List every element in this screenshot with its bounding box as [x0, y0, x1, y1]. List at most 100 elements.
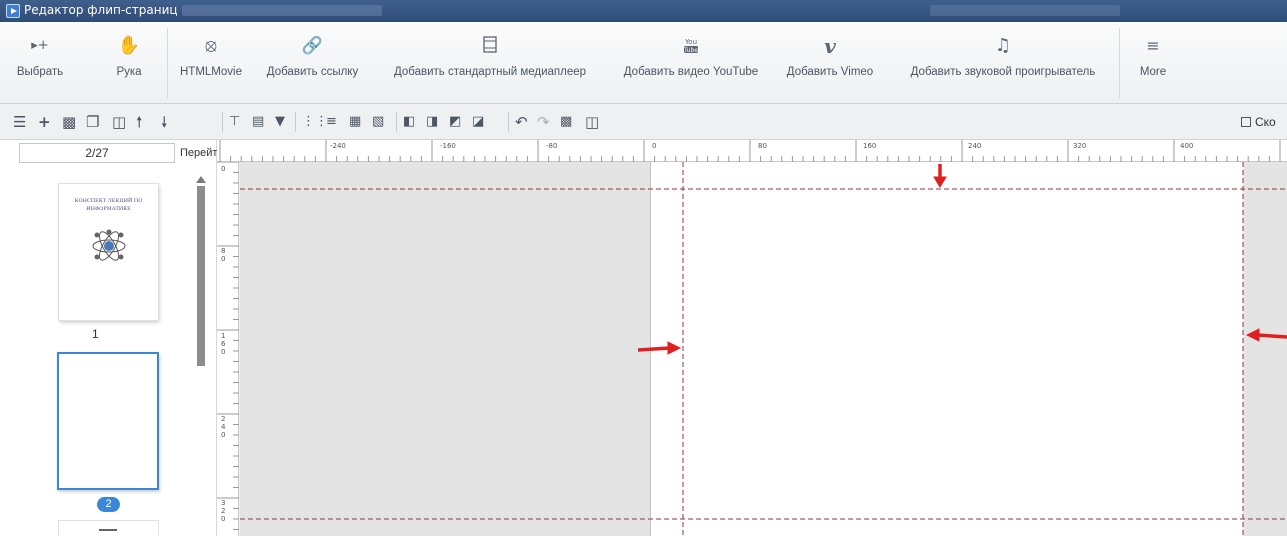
htmlmovie-button-label: HTMLMovie — [180, 66, 242, 78]
youtube-icon: You Tube — [612, 22, 770, 66]
ruler-label: 3 2 0 — [221, 499, 226, 523]
toolbar-separator — [396, 112, 397, 132]
cut-copy-label: Ско — [1255, 115, 1276, 129]
add-audio-player-button[interactable]: ♫ Добавить звуковой проигрыватель — [893, 22, 1113, 102]
send-backward-icon[interactable]: ◩ — [449, 113, 461, 131]
hand-icon: ✋ — [117, 35, 141, 56]
redo-icon[interactable]: ↷ — [537, 113, 550, 131]
list-icon[interactable]: ☰ — [13, 113, 26, 131]
add-link-button[interactable]: 🔗 Добавить ссылку — [255, 22, 370, 102]
add-vimeo-button[interactable]: v Добавить Vimeo — [776, 22, 884, 102]
horizontal-ruler: -240 -160 -80 0 80 160 240 320 400 — [217, 140, 1287, 162]
window-title: Редактор флип-страниц — [24, 3, 178, 17]
cut-copy-button[interactable]: Ско — [1241, 115, 1276, 129]
add-youtube-button[interactable]: You Tube Добавить видео YouTube — [612, 22, 770, 102]
move-down-icon[interactable]: 🠗 — [161, 113, 167, 131]
page-thumbnail-2-selected[interactable] — [57, 352, 159, 490]
app-icon — [6, 4, 20, 18]
music-note-icon: ♫ — [994, 35, 1012, 56]
ribbon-separator — [1119, 28, 1120, 98]
svg-text:Tube: Tube — [683, 47, 698, 54]
page-number-input[interactable]: 2/27 — [19, 143, 175, 163]
more-button-label: More — [1139, 66, 1167, 78]
thumbnail-title-line2: ИНФОРМАТИКЕ — [86, 206, 131, 212]
bring-forward-icon[interactable]: ◧ — [403, 113, 415, 131]
add-media-player-button-label: Добавить стандартный медиаплеер — [393, 66, 587, 78]
ruler-label: 2 4 0 — [221, 415, 226, 439]
add-vimeo-button-label: Добавить Vimeo — [786, 66, 874, 78]
same-height-icon[interactable]: ▧ — [372, 113, 384, 131]
ruler-label: -80 — [546, 142, 558, 150]
guide-arrows — [637, 164, 1287, 355]
ruler-label: 8 0 — [221, 247, 226, 263]
toolbar-separator — [508, 112, 509, 132]
send-to-back-icon[interactable]: ◪ — [472, 113, 484, 131]
scrollbar-thumb[interactable] — [197, 186, 205, 366]
ruler-label: 320 — [1073, 142, 1087, 150]
delete-page-icon[interactable]: ◫ — [112, 113, 126, 131]
ruler-label: -240 — [330, 142, 346, 150]
horizontal-ruler-ticks — [219, 140, 1281, 162]
blurred-document-title — [182, 5, 382, 16]
guides-overlay — [240, 162, 1287, 536]
ruler-label: 160 — [863, 142, 877, 150]
ruler-label: 80 — [758, 142, 767, 150]
thumbnail-scrollbar[interactable] — [196, 176, 206, 376]
bring-to-front-icon[interactable]: ◨ — [426, 113, 438, 131]
ruler-label: 400 — [1180, 142, 1194, 150]
hand-button[interactable]: ✋ Рука — [100, 22, 158, 102]
more-button[interactable]: ≡ More — [1132, 22, 1174, 102]
more-list-icon: ≡ — [1146, 36, 1160, 55]
page-thumbnail-1[interactable]: КОНСПЕКТ ЛЕКЦИЙ ПО ИНФОРМАТИКЕ — [59, 184, 158, 320]
ribbon-toolbar: ▸+ Выбрать ✋ Рука ⦻ HTMLMovie 🔗 Добавить… — [0, 22, 1287, 104]
ruler-label: 240 — [968, 142, 982, 150]
ribbon-separator — [167, 28, 168, 98]
add-link-button-label: Добавить ссылку — [266, 66, 359, 78]
align-middle-icon[interactable]: ▤ — [252, 113, 264, 131]
copy-page-icon[interactable]: ❐ — [86, 113, 99, 131]
ruler-label: -160 — [440, 142, 456, 150]
undo-icon[interactable]: ↶ — [515, 113, 528, 131]
toolbar-separator — [222, 112, 223, 132]
atom-emblem-icon — [92, 229, 126, 261]
edit-toolbar: ☰ + ▩ ❐ ◫ 🠕 🠗 ⊤ ▤ ▼ ⋮⋮ ≡ ▦ ▧ ◧ ◨ ◩ ◪ ↶ ↷… — [0, 104, 1287, 140]
properties-icon[interactable]: ▩ — [560, 113, 572, 131]
blurred-title-region — [930, 5, 1120, 16]
same-width-icon[interactable]: ▦ — [349, 113, 361, 131]
pages-panel: 2/27 Перейти КОНСПЕКТ ЛЕКЦИЙ ПО ИНФОРМАТ… — [0, 140, 224, 536]
distribute-horizontal-icon[interactable]: ⋮⋮ — [302, 113, 328, 131]
link-icon: 🔗 — [301, 36, 324, 56]
copy-square-icon — [1241, 117, 1251, 127]
film-reel-icon: ⦻ — [205, 35, 217, 56]
add-media-player-button[interactable]: Добавить стандартный медиаплеер — [372, 22, 608, 102]
add-youtube-button-label: Добавить видео YouTube — [623, 66, 759, 78]
ruler-label: 0 — [652, 142, 657, 150]
title-bar: Редактор флип-страниц — [0, 0, 1287, 22]
select-button-label: Выбрать — [16, 66, 64, 78]
align-top-icon[interactable]: ⊤ — [229, 113, 240, 131]
add-page-icon[interactable]: + — [38, 113, 51, 131]
thumbnail-title-line1: КОНСПЕКТ ЛЕКЦИЙ ПО — [74, 198, 143, 204]
page-thumbnail-1-number: 1 — [92, 327, 99, 341]
ruler-label: 0 — [221, 165, 226, 173]
select-button[interactable]: ▸+ Выбрать — [14, 22, 66, 102]
select-arrow-icon: ▸+ — [31, 38, 49, 53]
distribute-vertical-icon[interactable]: ≡ — [326, 113, 337, 131]
editor-canvas[interactable] — [240, 162, 1287, 536]
vertical-ruler: 0 8 0 1 6 0 2 4 0 3 2 0 — [217, 162, 239, 536]
htmlmovie-button[interactable]: ⦻ HTMLMovie — [171, 22, 251, 102]
film-strip-icon — [372, 22, 608, 66]
align-bottom-icon[interactable]: ▼ — [275, 113, 285, 131]
scroll-up-arrow-icon[interactable] — [196, 176, 206, 183]
toolbar-separator — [295, 112, 296, 132]
hand-button-label: Рука — [116, 66, 142, 78]
flip-page-editor-window: Редактор флип-страниц ▸+ Выбрать ✋ Рука … — [0, 0, 1287, 536]
move-up-icon[interactable]: 🠕 — [136, 113, 142, 131]
add-audio-player-button-label: Добавить звуковой проигрыватель — [910, 66, 1096, 78]
ruler-label: 1 6 0 — [221, 332, 226, 356]
vimeo-icon: v — [824, 34, 836, 58]
delete-icon[interactable]: ◫ — [585, 113, 599, 131]
page-thumbnail-2-number-badge: 2 — [97, 497, 120, 512]
insert-page-icon[interactable]: ▩ — [62, 113, 76, 131]
page-thumbnail-3[interactable] — [59, 521, 158, 536]
